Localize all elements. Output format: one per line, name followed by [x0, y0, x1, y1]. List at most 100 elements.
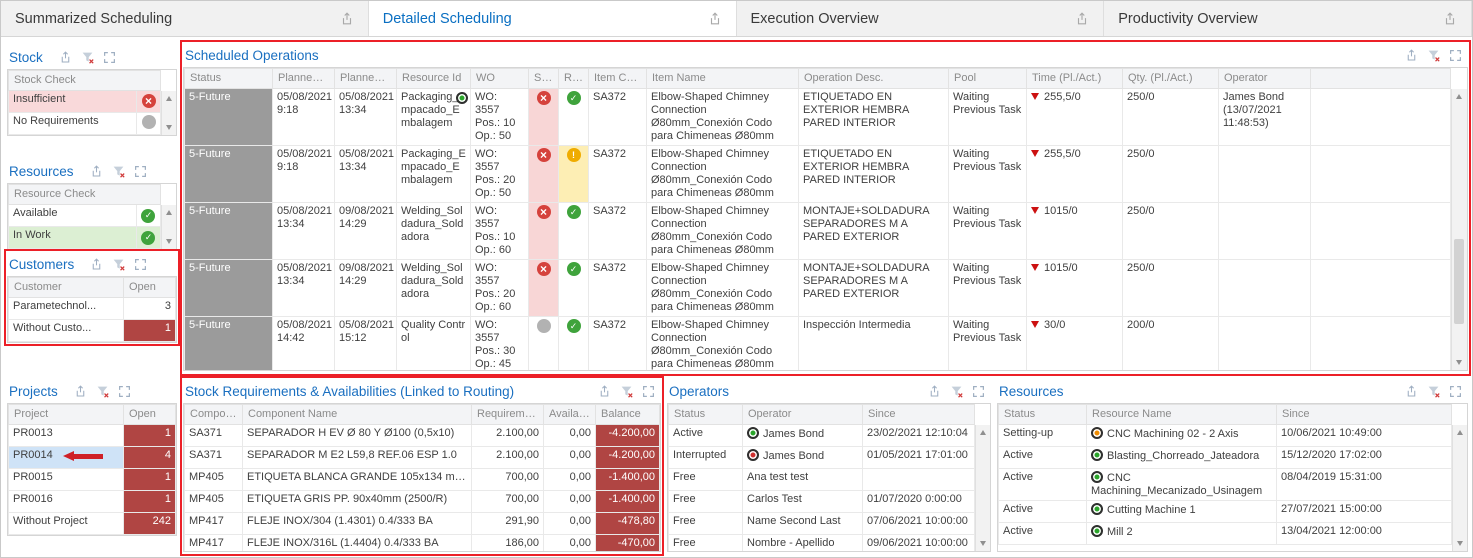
- filter-icon[interactable]: [620, 385, 633, 398]
- operator-row[interactable]: Free Ana test test: [669, 469, 975, 491]
- expand-icon[interactable]: [642, 385, 655, 398]
- tab-execution-overview[interactable]: Execution Overview: [737, 1, 1105, 36]
- scroll-down-icon[interactable]: [1456, 360, 1462, 365]
- scrollbar-thumb[interactable]: [1454, 239, 1464, 324]
- operation-row[interactable]: 5-Future 05/08/2021 14:42 05/08/2021 15:…: [185, 317, 1451, 372]
- column-header[interactable]: Open: [124, 278, 176, 298]
- column-header[interactable]: Stock Check: [9, 71, 161, 91]
- column-header[interactable]: WO: [471, 69, 529, 89]
- expand-icon[interactable]: [103, 51, 116, 64]
- scrollbar[interactable]: [1451, 89, 1467, 370]
- column-header[interactable]: Available: [544, 405, 596, 425]
- column-header[interactable]: Component: [185, 405, 243, 425]
- project-row[interactable]: PR0015 1: [9, 469, 176, 491]
- scroll-up-icon[interactable]: [1457, 430, 1463, 435]
- tab-productivity-overview[interactable]: Productivity Overview: [1104, 1, 1472, 36]
- export-icon[interactable]: [928, 385, 941, 398]
- scrollbar[interactable]: [161, 205, 176, 249]
- column-header[interactable]: Balance: [596, 405, 660, 425]
- operation-row[interactable]: 5-Future 05/08/2021 13:34 09/08/2021 14:…: [185, 203, 1451, 260]
- column-header[interactable]: Qty. (Pl./Act.): [1123, 69, 1219, 89]
- export-icon[interactable]: [598, 385, 611, 398]
- export-icon[interactable]: [90, 165, 103, 178]
- resource-row[interactable]: Active Cutting Machine 1 27/07/2021 15:0…: [999, 501, 1452, 523]
- column-header[interactable]: Operator: [1219, 69, 1311, 89]
- operator-row[interactable]: Free Name Second Last 07/06/2021 10:00:0…: [669, 513, 975, 535]
- scroll-up-icon[interactable]: [980, 430, 986, 435]
- export-icon[interactable]: [1405, 49, 1418, 62]
- filter-icon[interactable]: [112, 258, 125, 271]
- column-header[interactable]: Since: [863, 405, 975, 425]
- stock-requirement-row[interactable]: MP405 ETIQUETA GRIS PP. 90x40mm (2500/R)…: [185, 491, 660, 513]
- operator-row[interactable]: Free Nombre - Apellido 09/06/2021 10:00:…: [669, 535, 975, 553]
- project-row[interactable]: PR0016 1: [9, 491, 176, 513]
- scrollbar[interactable]: [1452, 425, 1467, 551]
- filter-icon[interactable]: [81, 51, 94, 64]
- scrollbar[interactable]: [161, 91, 176, 135]
- filter-icon[interactable]: [950, 385, 963, 398]
- scroll-down-icon[interactable]: [166, 125, 172, 130]
- stock-requirement-row[interactable]: MP417 FLEJE INOX/316L (1.4404) 0.4/333 B…: [185, 535, 660, 553]
- column-header[interactable]: Pool: [949, 69, 1027, 89]
- project-row[interactable]: PR0013 1: [9, 425, 176, 447]
- customer-row[interactable]: Without Custo... 1: [9, 320, 176, 342]
- customer-row[interactable]: Parametechnol... 3: [9, 298, 176, 320]
- column-header[interactable]: Item Name: [647, 69, 799, 89]
- expand-icon[interactable]: [134, 258, 147, 271]
- export-icon[interactable]: [1075, 12, 1089, 26]
- expand-icon[interactable]: [972, 385, 985, 398]
- expand-icon[interactable]: [1449, 385, 1462, 398]
- column-header[interactable]: Resource Name: [1087, 405, 1277, 425]
- tab-detailed-scheduling[interactable]: Detailed Scheduling: [369, 1, 737, 36]
- tab-summarized-scheduling[interactable]: Summarized Scheduling: [1, 1, 369, 36]
- scrollbar[interactable]: [975, 425, 990, 551]
- stock-requirement-row[interactable]: MP405 ETIQUETA BLANCA GRANDE 105x134 mm.…: [185, 469, 660, 491]
- resource-row[interactable]: Active Blasting_Chorreado_Jateadora 15/1…: [999, 447, 1452, 469]
- expand-icon[interactable]: [1449, 49, 1462, 62]
- resource-check-row[interactable]: In Work: [9, 227, 161, 249]
- scroll-up-icon[interactable]: [166, 96, 172, 101]
- stock-requirement-row[interactable]: SA371 SEPARADOR H EV Ø 80 Y Ø100 (0,5x10…: [185, 425, 660, 447]
- operation-row[interactable]: 5-Future 05/08/2021 9:18 05/08/2021 13:3…: [185, 146, 1451, 203]
- column-header[interactable]: Since: [1277, 405, 1452, 425]
- column-header[interactable]: Requirement: [472, 405, 544, 425]
- operator-row[interactable]: Active James Bond 23/02/2021 12:10:04: [669, 425, 975, 447]
- filter-icon[interactable]: [1427, 49, 1440, 62]
- scroll-up-icon[interactable]: [166, 210, 172, 215]
- operation-row[interactable]: 5-Future 05/08/2021 9:18 05/08/2021 13:3…: [185, 89, 1451, 146]
- resource-row[interactable]: Active CNC Machining_Mecanizado_Usinagem…: [999, 469, 1452, 501]
- stock-requirement-row[interactable]: SA371 SEPARADOR M E2 L59,8 REF.06 ESP 1.…: [185, 447, 660, 469]
- stock-check-row[interactable]: Insufficient: [9, 91, 161, 113]
- column-header[interactable]: Stock: [529, 69, 559, 89]
- resource-row[interactable]: Active Mill 2 13/04/2021 12:00:00: [999, 523, 1452, 545]
- filter-icon[interactable]: [1427, 385, 1440, 398]
- column-header[interactable]: Status: [999, 405, 1087, 425]
- column-header[interactable]: Customer: [9, 278, 124, 298]
- column-header[interactable]: Status: [185, 69, 273, 89]
- project-row[interactable]: Without Project 242: [9, 513, 176, 535]
- scroll-up-icon[interactable]: [1456, 94, 1462, 99]
- column-header[interactable]: Open: [124, 405, 176, 425]
- scroll-down-icon[interactable]: [980, 541, 986, 546]
- operation-row[interactable]: 5-Future 05/08/2021 13:34 09/08/2021 14:…: [185, 260, 1451, 317]
- column-header[interactable]: Operator: [743, 405, 863, 425]
- column-header[interactable]: Resource Check: [9, 185, 161, 205]
- stock-requirement-row[interactable]: MP417 FLEJE INOX/304 (1.4301) 0.4/333 BA…: [185, 513, 660, 535]
- filter-icon[interactable]: [112, 165, 125, 178]
- operator-row[interactable]: Interrupted James Bond 01/05/2021 17:01:…: [669, 447, 975, 469]
- export-icon[interactable]: [340, 12, 354, 26]
- export-icon[interactable]: [1443, 12, 1457, 26]
- column-header[interactable]: Project: [9, 405, 124, 425]
- column-header[interactable]: Time (Pl./Act.): [1027, 69, 1123, 89]
- filter-icon[interactable]: [96, 385, 109, 398]
- column-header[interactable]: Component Name: [243, 405, 472, 425]
- export-icon[interactable]: [59, 51, 72, 64]
- scroll-down-icon[interactable]: [1457, 541, 1463, 546]
- resource-row[interactable]: Setting-up CNC Machining 02 - 2 Axis 10/…: [999, 425, 1452, 447]
- export-icon[interactable]: [74, 385, 87, 398]
- resource-check-row[interactable]: Available: [9, 205, 161, 227]
- column-header[interactable]: Item Code: [589, 69, 647, 89]
- export-icon[interactable]: [1405, 385, 1418, 398]
- column-header[interactable]: Operation Desc.: [799, 69, 949, 89]
- export-icon[interactable]: [90, 258, 103, 271]
